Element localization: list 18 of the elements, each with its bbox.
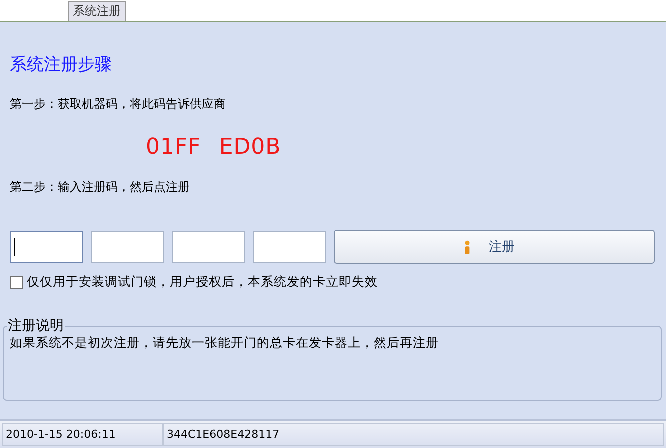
input-field[interactable] [91, 231, 164, 263]
input-field[interactable] [10, 231, 83, 263]
register-button[interactable]: 注册 [334, 230, 655, 264]
page-heading: 系统注册步骤 [10, 54, 113, 76]
input-field[interactable] [172, 231, 245, 263]
status-cell: 344C1E608E428117 [163, 423, 664, 446]
step-text: 第二步：输入注册码，然后点注册 [10, 179, 191, 196]
checkbox-label: 仅仅用于安装调试门锁，用户授权后，本系统发的卡立即失效 [27, 274, 378, 291]
machine-code: ED0B [219, 135, 282, 160]
group-title: 注册说明 [7, 317, 65, 335]
status-cell: 2010-1-15 20:06:11 [2, 423, 163, 446]
tab[interactable]: 系统注册 [68, 1, 126, 21]
step-text: 第一步：获取机器码，将此码告诉供应商 [10, 96, 227, 113]
info-icon [464, 240, 471, 254]
checkbox[interactable] [10, 276, 23, 289]
input-field[interactable] [253, 231, 326, 263]
notes-text: 如果系统不是初次注册，请先放一张能开门的总卡在发卡器上，然后再注册 [10, 335, 440, 352]
machine-code: 01FF [146, 135, 202, 160]
